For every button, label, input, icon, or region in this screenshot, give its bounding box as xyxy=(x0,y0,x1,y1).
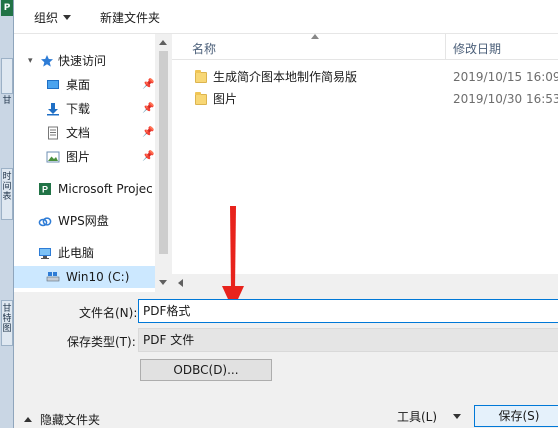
odbc-button[interactable]: ODBC(D)... xyxy=(140,359,272,381)
tools-button[interactable]: 工具(L) xyxy=(397,408,437,425)
chevron-down-icon xyxy=(63,15,72,20)
nav-label-drive-c: Win10 (C:) xyxy=(66,270,130,284)
background-tab-1 xyxy=(1,58,13,94)
file-name: 图片 xyxy=(213,92,238,106)
hide-folders-toggle[interactable]: 隐藏文件夹 xyxy=(24,411,100,428)
nav-item-this-pc[interactable]: 此电脑 xyxy=(14,242,157,264)
filetype-select[interactable]: PDF 文件 xyxy=(138,328,558,352)
svg-text:P: P xyxy=(42,185,48,195)
download-icon xyxy=(47,103,59,116)
nav-label-quick-access: 快速访问 xyxy=(58,54,107,68)
tools-dropdown-icon[interactable] xyxy=(453,414,461,419)
star-icon xyxy=(41,55,53,67)
red-annotation-arrow xyxy=(222,206,244,310)
filename-input[interactable]: PDF格式 xyxy=(138,299,558,323)
organize-label: 组织 xyxy=(34,11,59,25)
sort-ascending-icon xyxy=(311,34,319,39)
document-icon xyxy=(48,126,58,140)
nav-label-desktop: 桌面 xyxy=(66,78,91,92)
column-header-name[interactable]: 名称 xyxy=(192,40,216,57)
computer-icon xyxy=(39,248,51,259)
nav-label-documents: 文档 xyxy=(66,126,91,140)
save-button[interactable]: 保存(S) xyxy=(474,405,558,427)
file-row[interactable]: 图片 2019/10/30 16:53 xyxy=(172,88,558,110)
pin-icon: 📌 xyxy=(142,127,155,138)
file-modified-date: 2019/10/30 16:53 xyxy=(453,92,558,106)
pin-icon: 📌 xyxy=(142,151,155,162)
pin-icon: 📌 xyxy=(142,103,155,114)
nav-item-quick-access[interactable]: ▾ 快速访问 xyxy=(14,50,157,72)
file-row[interactable]: 生成简介图本地制作简易版 2019/10/15 16:09 xyxy=(172,66,558,88)
nav-label-wps-cloud: WPS网盘 xyxy=(58,214,109,228)
pin-icon: 📌 xyxy=(142,79,155,90)
scroll-up-icon[interactable] xyxy=(159,40,167,45)
nav-item-microsoft-project[interactable]: P Microsoft Projec xyxy=(14,178,157,200)
nav-scrollbar[interactable] xyxy=(155,34,172,292)
nav-label-this-pc: 此电脑 xyxy=(58,246,95,260)
expand-chevron-icon[interactable]: ▾ xyxy=(28,50,33,72)
folder-icon xyxy=(195,92,207,105)
nav-scrollbar-thumb[interactable] xyxy=(159,51,168,254)
new-folder-button[interactable]: 新建文件夹 xyxy=(100,9,160,26)
scroll-down-icon[interactable] xyxy=(159,280,167,285)
filetype-label: 保存类型(T): xyxy=(67,335,136,349)
nav-label-microsoft-project: Microsoft Projec xyxy=(58,182,153,196)
nav-label-pictures: 图片 xyxy=(66,150,91,164)
background-tab-text-1: 甘 xyxy=(2,96,12,106)
nav-label-downloads: 下载 xyxy=(66,102,91,116)
column-header-modified[interactable]: 修改日期 xyxy=(453,40,501,57)
nav-item-drive-c[interactable]: Win10 (C:) xyxy=(14,266,157,288)
background-tab-text-2: 时间表 xyxy=(2,172,12,202)
drive-icon xyxy=(46,272,60,282)
cloud-icon xyxy=(38,217,52,227)
nav-item-documents[interactable]: 文档 📌 xyxy=(14,122,157,144)
file-modified-date: 2019/10/15 16:09 xyxy=(453,70,558,84)
navigation-pane: ▾ 快速访问 桌面 📌 下载 📌 文档 📌 图片 📌 P Microsoft P… xyxy=(14,34,172,292)
nav-item-pictures[interactable]: 图片 📌 xyxy=(14,146,157,168)
nav-item-wps-cloud[interactable]: WPS网盘 xyxy=(14,210,157,232)
hide-folders-label: 隐藏文件夹 xyxy=(40,413,101,427)
filename-label: 文件名(N): xyxy=(79,306,138,320)
folder-icon xyxy=(195,70,207,83)
scroll-left-icon[interactable] xyxy=(178,279,183,287)
file-name: 生成简介图本地制作简易版 xyxy=(213,70,358,84)
project-app-badge: P xyxy=(1,0,13,16)
background-app-strip: P 甘 时间表 甘特图 xyxy=(0,0,14,428)
background-tab-text-3: 甘特图 xyxy=(2,304,12,334)
pictures-icon xyxy=(46,151,60,163)
column-header: 名称 修改日期 xyxy=(172,34,558,60)
toolbar: 组织 新建文件夹 xyxy=(14,0,558,34)
desktop-icon xyxy=(47,80,59,89)
chevron-up-icon xyxy=(24,417,32,422)
project-icon: P xyxy=(39,183,51,195)
nav-item-desktop[interactable]: 桌面 📌 xyxy=(14,74,157,96)
nav-item-downloads[interactable]: 下载 📌 xyxy=(14,98,157,120)
organize-button[interactable]: 组织 xyxy=(34,9,72,26)
column-separator[interactable] xyxy=(445,34,446,60)
